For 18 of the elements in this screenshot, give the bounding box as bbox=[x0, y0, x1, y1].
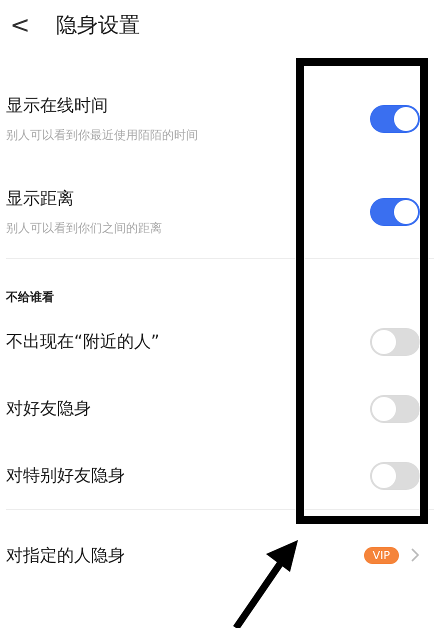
toggle-switch[interactable] bbox=[370, 328, 420, 356]
back-icon[interactable]: < bbox=[10, 13, 30, 37]
page-title: 隐身设置 bbox=[56, 12, 140, 39]
section-heading: 不给谁看 bbox=[4, 289, 55, 306]
setting-description: 别人可以看到你们之间的距离 bbox=[6, 220, 162, 236]
setting-title: 对好友隐身 bbox=[6, 398, 91, 420]
toggle-switch[interactable] bbox=[370, 394, 420, 422]
vip-badge: VIP bbox=[364, 546, 399, 564]
setting-title[interactable]: 对指定的人隐身 bbox=[6, 544, 125, 566]
chevron-right-icon bbox=[411, 548, 420, 562]
setting-title: 显示距离 bbox=[6, 188, 75, 210]
setting-title: 显示在线时间 bbox=[6, 94, 109, 116]
setting-title: 不出现在“附近的人” bbox=[6, 331, 160, 353]
setting-description: 别人可以看到你最近使用陌陌的时间 bbox=[6, 126, 198, 144]
toggle-switch[interactable] bbox=[370, 104, 420, 132]
toggle-switch[interactable] bbox=[370, 198, 420, 226]
toggle-switch[interactable] bbox=[370, 462, 420, 490]
setting-title: 对特别好友隐身 bbox=[6, 465, 125, 487]
